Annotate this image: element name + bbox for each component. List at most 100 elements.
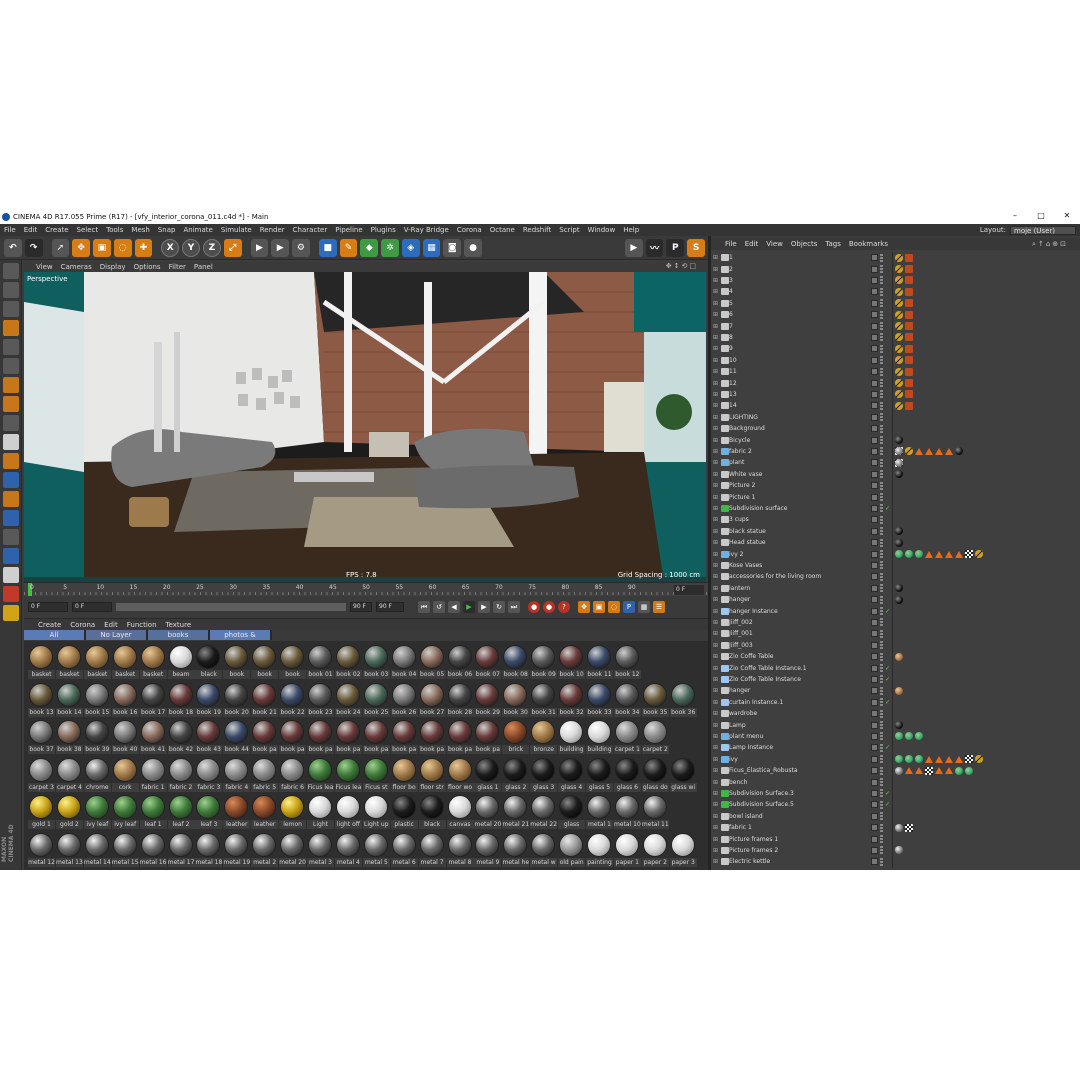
material-swatch[interactable]: chrome (83, 757, 111, 793)
visibility-dots-icon[interactable] (880, 299, 883, 308)
material-swatch[interactable]: leaf 1 (139, 794, 167, 830)
expand-toggle-icon[interactable]: ⊞ (713, 608, 719, 615)
layer-color-chip[interactable] (871, 607, 878, 615)
visibility-dots-icon[interactable] (880, 538, 883, 547)
menu-edit[interactable]: Edit (24, 226, 38, 234)
material-swatch[interactable]: book 14 (55, 682, 83, 718)
material-swatch[interactable]: fabric 5 (251, 757, 279, 793)
layer-color-chip[interactable] (871, 356, 878, 364)
menu-mesh[interactable]: Mesh (131, 226, 149, 234)
red-tag-icon[interactable] (905, 276, 913, 285)
green-tag-icon[interactable] (905, 550, 913, 559)
visibility-dots-icon[interactable] (880, 515, 883, 524)
material-swatch[interactable]: book 41 (139, 719, 167, 755)
material-swatch[interactable]: metal 11 (641, 794, 669, 830)
mat-tag-icon[interactable] (895, 458, 903, 467)
green-tag-icon[interactable] (955, 766, 963, 775)
red-tag-icon[interactable] (905, 367, 913, 376)
material-swatch[interactable]: book pa (279, 719, 307, 755)
move-tool-icon[interactable]: ✥ (72, 238, 91, 257)
object-row[interactable]: ⊞ fabric 1 (711, 822, 1080, 834)
layer-color-chip[interactable] (871, 789, 878, 797)
expand-toggle-icon[interactable]: ⊞ (713, 323, 719, 330)
menu-create[interactable]: Create (45, 226, 68, 234)
object-name[interactable]: Kose Vases (729, 562, 762, 569)
material-menu-texture[interactable]: Texture (166, 621, 192, 629)
object-row[interactable]: ⊞ Zio Coffe Table (711, 651, 1080, 663)
material-swatch[interactable]: book 16 (111, 682, 139, 718)
visibility-dots-icon[interactable] (880, 390, 883, 399)
material-swatch[interactable]: glass 1 (474, 757, 502, 793)
object-row[interactable]: ⊞ 10 (711, 354, 1080, 366)
object-row[interactable]: ⊞ Jiiff_001 (711, 628, 1080, 640)
pla-key-icon[interactable]: ▦ (638, 601, 650, 613)
material-swatch[interactable]: book 13 (28, 682, 55, 718)
red-tag-icon[interactable] (905, 322, 913, 331)
object-name[interactable]: hanger (729, 687, 750, 694)
expand-toggle-icon[interactable]: ⊞ (713, 733, 719, 740)
green-tag-icon[interactable] (915, 732, 923, 741)
visibility-dots-icon[interactable] (880, 595, 883, 604)
expand-toggle-icon[interactable]: ⊞ (713, 687, 719, 694)
coordinate-system-icon[interactable]: ⤢ (223, 238, 242, 257)
select-tool-icon[interactable]: ➚ (51, 238, 70, 257)
object-row[interactable]: ⊞ Background (711, 423, 1080, 435)
object-row[interactable]: ⊞ 11 (711, 366, 1080, 378)
checker-icon[interactable] (3, 529, 19, 545)
expand-toggle-icon[interactable]: ⊞ (713, 767, 719, 774)
object-row[interactable]: ⊞ 1 (711, 252, 1080, 264)
warn-tag-icon[interactable] (895, 310, 903, 319)
green-tag-icon[interactable] (905, 732, 913, 741)
material-swatch[interactable]: book 37 (28, 719, 55, 755)
expand-toggle-icon[interactable]: ⊞ (713, 790, 719, 797)
pen-spline-icon[interactable]: ✎ (339, 238, 358, 257)
snap-toggle-icon[interactable]: S (687, 238, 705, 257)
brown-tag-icon[interactable] (895, 652, 903, 661)
material-swatch[interactable]: book 19 (195, 682, 223, 718)
layer-color-chip[interactable] (871, 698, 878, 706)
visibility-dots-icon[interactable] (880, 607, 883, 616)
material-swatch[interactable]: metal 16 (139, 832, 167, 868)
visibility-dots-icon[interactable] (880, 572, 883, 581)
warn-tag-icon[interactable] (895, 367, 903, 376)
material-swatch[interactable]: metal 19 (223, 832, 251, 868)
checker-tag-icon[interactable] (925, 766, 933, 775)
preview-start-field[interactable]: 0 F (72, 602, 112, 612)
object-row[interactable]: ⊞ Zio Coffe Table Instance.1 ✓ (711, 662, 1080, 674)
tri-tag-icon[interactable] (905, 767, 913, 775)
layer-color-chip[interactable] (871, 835, 878, 843)
layer-color-chip[interactable] (871, 527, 878, 535)
layer-color-chip[interactable] (871, 299, 878, 307)
expand-toggle-icon[interactable]: ⊞ (713, 551, 719, 558)
object-row[interactable]: ⊞ plant menu (711, 730, 1080, 743)
visibility-dots-icon[interactable] (880, 265, 883, 274)
expand-toggle-icon[interactable]: ⊞ (713, 425, 719, 432)
visibility-dots-icon[interactable] (880, 675, 883, 684)
material-swatch[interactable]: metal 12 (28, 832, 55, 868)
object-name[interactable]: plant menu (729, 733, 763, 740)
layer-color-chip[interactable] (871, 573, 878, 581)
expand-toggle-icon[interactable]: ⊞ (713, 539, 719, 546)
material-swatch[interactable]: book 18 (167, 682, 195, 718)
layer-color-chip[interactable] (871, 311, 878, 319)
material-swatch[interactable]: book pa (390, 719, 418, 755)
visibility-dots-icon[interactable] (880, 550, 883, 559)
layer-color-chip[interactable] (871, 801, 878, 809)
material-swatch[interactable]: metal 8 (446, 832, 474, 868)
visibility-dots-icon[interactable] (880, 470, 883, 479)
material-swatch[interactable]: Light up (362, 794, 390, 830)
material-swatch[interactable]: plastic (390, 794, 418, 830)
expand-toggle-icon[interactable]: ⊞ (713, 334, 719, 341)
object-name[interactable]: 5 (729, 300, 733, 307)
subdivision-surface-icon[interactable]: ◆ (360, 238, 379, 257)
lock-workplane-icon[interactable] (3, 491, 19, 507)
object-row[interactable]: ⊞ White vase (711, 468, 1080, 480)
object-menu-view[interactable]: View (766, 240, 783, 248)
visibility-dots-icon[interactable] (880, 755, 883, 764)
material-swatch[interactable]: book 36 (669, 682, 697, 718)
object-name[interactable]: 4 (729, 288, 733, 295)
object-name[interactable]: LIGHTING (729, 414, 758, 421)
material-swatch[interactable]: metal 20 (474, 794, 502, 830)
keyframe-selection-icon[interactable]: ? (558, 601, 570, 613)
layer-color-chip[interactable] (871, 653, 878, 661)
